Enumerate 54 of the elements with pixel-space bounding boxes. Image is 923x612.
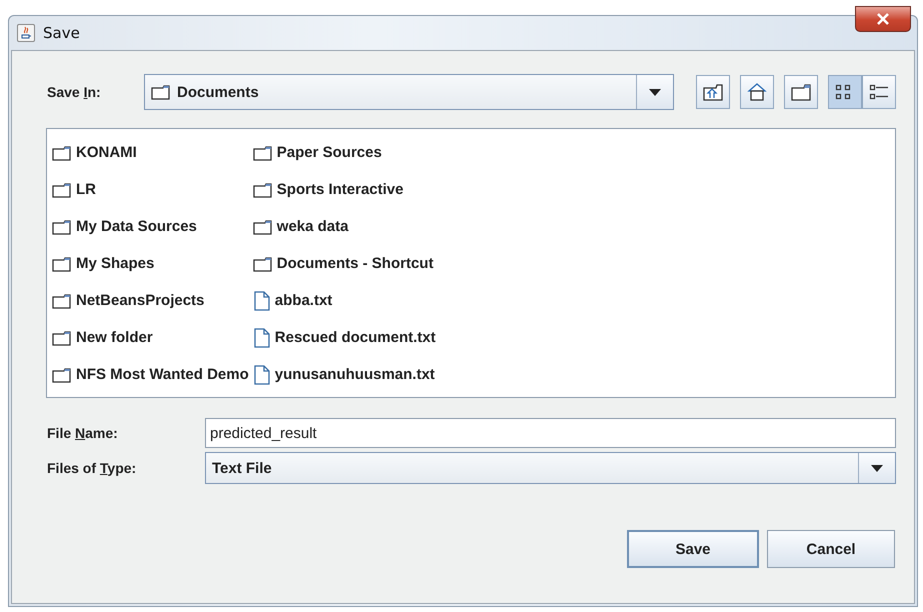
toolbar-button[interactable]: [828, 75, 862, 109]
file-type-value: Text File: [212, 460, 272, 476]
file-item[interactable]: Rescued document.txt: [252, 319, 440, 356]
folder-icon: [52, 144, 72, 160]
window-title: Save: [43, 24, 81, 42]
folder-icon: [52, 256, 72, 272]
file-name-field[interactable]: predicted_result: [205, 418, 896, 448]
folder-item[interactable]: My Shapes: [52, 245, 253, 282]
details-view-icon: [869, 83, 889, 101]
document-icon: [252, 328, 271, 348]
file-item[interactable]: abba.txt: [252, 282, 440, 319]
folder-icon: [52, 366, 72, 382]
dialog-button[interactable]: Save: [627, 530, 759, 568]
toolbar-button[interactable]: [740, 75, 774, 109]
folder-icon: [52, 218, 72, 234]
document-icon: [252, 364, 271, 384]
toolbar-button[interactable]: [784, 75, 818, 109]
folder-icon: [252, 144, 273, 160]
close-icon: [876, 13, 890, 25]
caret-icon: [649, 88, 661, 96]
folder-icon: [52, 182, 72, 198]
folder-icon: [252, 218, 273, 234]
folder-icon: [151, 84, 171, 100]
home-icon: [747, 83, 767, 101]
folder-icon: [52, 292, 72, 308]
file-item[interactable]: yunusanuhuusman.txt: [252, 356, 440, 393]
folder-item[interactable]: New folder: [52, 319, 253, 356]
folder-item[interactable]: NetBeansProjects: [52, 282, 253, 319]
folder-item[interactable]: KONAMI: [52, 134, 253, 171]
save-in-dropdown[interactable]: Documents: [144, 74, 674, 110]
coffee-cup-icon: [17, 24, 35, 42]
folder-item[interactable]: NFS Most Wanted Demo: [52, 356, 253, 393]
folder-icon: [52, 330, 72, 346]
dialog-button[interactable]: Cancel: [767, 530, 895, 568]
file-type-label: Files of Type:: [47, 460, 138, 476]
document-icon: [252, 290, 271, 310]
save-in-value: Documents: [177, 84, 259, 100]
folder-icon: [791, 83, 811, 101]
close-button[interactable]: [855, 6, 911, 32]
folder-item[interactable]: LR: [52, 171, 253, 208]
toolbar-button[interactable]: [696, 75, 730, 109]
folder-item[interactable]: weka data: [252, 208, 440, 245]
folder-item[interactable]: My Data Sources: [52, 208, 253, 245]
folder-item[interactable]: Documents - Shortcut: [252, 245, 440, 282]
toolbar-button[interactable]: [862, 75, 896, 109]
folder-item[interactable]: Sports Interactive: [252, 171, 440, 208]
save-in-label: Save In:: [47, 84, 102, 100]
file-type-dropdown[interactable]: Text File: [205, 452, 896, 484]
folder-up-icon: [703, 83, 723, 101]
folder-icon: [252, 182, 273, 198]
caret-icon: [871, 464, 883, 472]
file-name-label: File Name:: [47, 425, 119, 441]
folder-icon: [252, 256, 273, 272]
folder-item[interactable]: Paper Sources: [252, 134, 440, 171]
